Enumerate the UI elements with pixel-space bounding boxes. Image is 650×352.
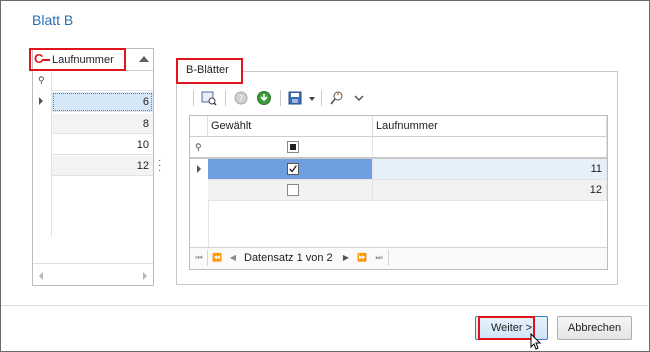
dropdown-arrow-icon[interactable] (309, 97, 315, 101)
highlight-box-next-button (478, 316, 535, 340)
table-row-cell-laufnummer[interactable]: 12 (373, 180, 607, 201)
navigator-separator (388, 250, 389, 266)
dialog-title: Blatt B (32, 12, 74, 28)
column-header-laufnummer[interactable]: Laufnummer (373, 116, 607, 137)
column-header-gewaehlt[interactable]: Gewählt (208, 116, 373, 137)
previous-record-icon[interactable]: ◀ (226, 251, 240, 265)
previous-page-icon[interactable]: ⏪ (210, 251, 224, 265)
filter-row-pin-icon: ⚲ (38, 75, 45, 85)
filter-checkbox[interactable] (287, 141, 299, 153)
scroll-right-icon[interactable] (143, 272, 147, 280)
toolbar-separator (225, 90, 226, 106)
highlight-box-group-title (176, 58, 243, 84)
cancel-button[interactable]: Abbrechen (557, 316, 632, 340)
footer-divider (1, 305, 648, 306)
left-grid-row[interactable]: 12 (52, 156, 153, 176)
splitter-grip-icon[interactable]: · · · (158, 156, 161, 176)
last-record-icon[interactable]: ⏭ (372, 251, 386, 265)
column-header-laufnummer[interactable]: Laufnummer (52, 54, 114, 66)
left-grid-horizontal-scrollbar[interactable] (33, 263, 153, 285)
next-page-icon[interactable]: ⏩ (355, 251, 369, 265)
next-record-icon[interactable]: ▶ (339, 251, 353, 265)
toolbar-separator (193, 90, 194, 106)
check-icon (289, 165, 297, 173)
mouse-cursor-icon (530, 333, 542, 350)
filter-cell-gewaehlt[interactable] (208, 137, 373, 158)
table-row-cell-gewaehlt[interactable] (208, 159, 373, 180)
left-grid-cell: 8 (142, 118, 149, 130)
current-row-indicator-icon (197, 165, 201, 173)
left-grid-row-gutter (33, 71, 52, 237)
right-grid-corner (190, 116, 208, 137)
toolbar-separator (321, 90, 322, 106)
refresh-icon[interactable] (256, 90, 272, 106)
left-grid-cell: 12 (136, 160, 149, 172)
left-filter-row[interactable] (52, 71, 153, 91)
toolbar-separator (280, 90, 281, 106)
left-grid-row[interactable]: 10 (52, 135, 153, 155)
sort-ascending-icon[interactable] (139, 56, 149, 62)
current-row-indicator-icon (39, 97, 43, 105)
save-icon[interactable] (287, 90, 303, 106)
navigator-separator (207, 250, 208, 266)
svg-text:?: ? (239, 94, 243, 103)
navigator-text: Datensatz 1 von 2 (244, 252, 333, 264)
left-grid-row[interactable]: 8 (52, 114, 153, 134)
row-checkbox[interactable] (287, 163, 299, 175)
table-row-cell-gewaehlt[interactable] (208, 180, 373, 201)
view-icon[interactable] (201, 90, 217, 106)
info-icon[interactable]: ? (233, 90, 249, 106)
left-grid-row[interactable]: 6 (52, 92, 153, 112)
marker-dash (42, 59, 50, 61)
left-grid-cell: 6 (142, 96, 149, 108)
grid-column-line (208, 201, 209, 247)
row-checkbox[interactable] (287, 184, 299, 196)
filter-row-pin-icon: ⚲ (195, 142, 202, 152)
table-row-cell-laufnummer[interactable]: 11 (373, 159, 607, 180)
filter-icon[interactable] (329, 90, 345, 106)
filter-cell-laufnummer[interactable] (373, 137, 607, 158)
scroll-left-icon[interactable] (39, 272, 43, 280)
first-record-icon[interactable]: ⏮ (192, 251, 206, 265)
left-grid-cell: 10 (136, 139, 149, 151)
chevron-down-icon[interactable] (351, 90, 367, 106)
